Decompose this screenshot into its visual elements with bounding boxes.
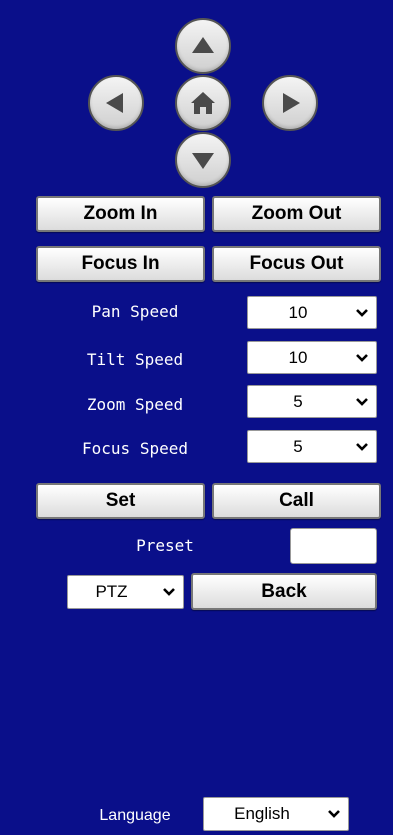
pan-left-button[interactable] xyxy=(88,75,144,131)
preset-label: Preset xyxy=(136,536,194,555)
chevron-down-icon xyxy=(348,442,376,452)
call-preset-button[interactable]: Call xyxy=(212,483,381,519)
tilt-speed-value: 10 xyxy=(288,347,308,367)
chevron-down-icon xyxy=(348,397,376,407)
zoom-speed-label: Zoom Speed xyxy=(86,395,184,414)
mode-select[interactable]: PTZ xyxy=(67,575,184,609)
focus-out-button[interactable]: Focus Out xyxy=(212,246,381,282)
chevron-down-icon xyxy=(155,587,183,597)
mode-value: PTZ xyxy=(95,582,128,601)
tilt-up-button[interactable] xyxy=(175,18,231,74)
pan-speed-select[interactable]: 10 xyxy=(247,296,377,329)
focus-speed-select[interactable]: 5 xyxy=(247,430,377,463)
chevron-down-icon xyxy=(320,809,348,819)
arrow-left-icon xyxy=(106,93,123,113)
language-label: Language xyxy=(99,807,171,824)
arrow-up-icon xyxy=(192,37,214,53)
zoom-speed-select[interactable]: 5 xyxy=(247,385,377,418)
language-select[interactable]: English xyxy=(203,797,349,831)
chevron-down-icon xyxy=(348,308,376,318)
zoom-in-button[interactable]: Zoom In xyxy=(36,196,205,232)
preset-input[interactable] xyxy=(290,528,377,564)
pan-speed-value: 10 xyxy=(288,302,308,322)
set-preset-button[interactable]: Set xyxy=(36,483,205,519)
tilt-speed-label: Tilt Speed xyxy=(86,350,184,369)
home-button[interactable] xyxy=(175,75,231,131)
tilt-speed-select[interactable]: 10 xyxy=(247,341,377,374)
pan-speed-label: Pan Speed xyxy=(91,302,179,321)
focus-speed-label: Focus Speed xyxy=(82,439,188,458)
zoom-speed-value: 5 xyxy=(293,391,303,411)
pan-right-button[interactable] xyxy=(262,75,318,131)
zoom-out-button[interactable]: Zoom Out xyxy=(212,196,381,232)
language-value: English xyxy=(234,804,290,823)
back-button[interactable]: Back xyxy=(191,573,377,610)
chevron-down-icon xyxy=(348,353,376,363)
arrow-down-icon xyxy=(192,153,214,169)
focus-in-button[interactable]: Focus In xyxy=(36,246,205,282)
focus-speed-value: 5 xyxy=(293,436,303,456)
arrow-right-icon xyxy=(283,93,300,113)
tilt-down-button[interactable] xyxy=(175,132,231,188)
ptz-control-panel: Zoom In Zoom Out Focus In Focus Out Pan … xyxy=(0,0,393,835)
home-icon xyxy=(191,92,215,114)
